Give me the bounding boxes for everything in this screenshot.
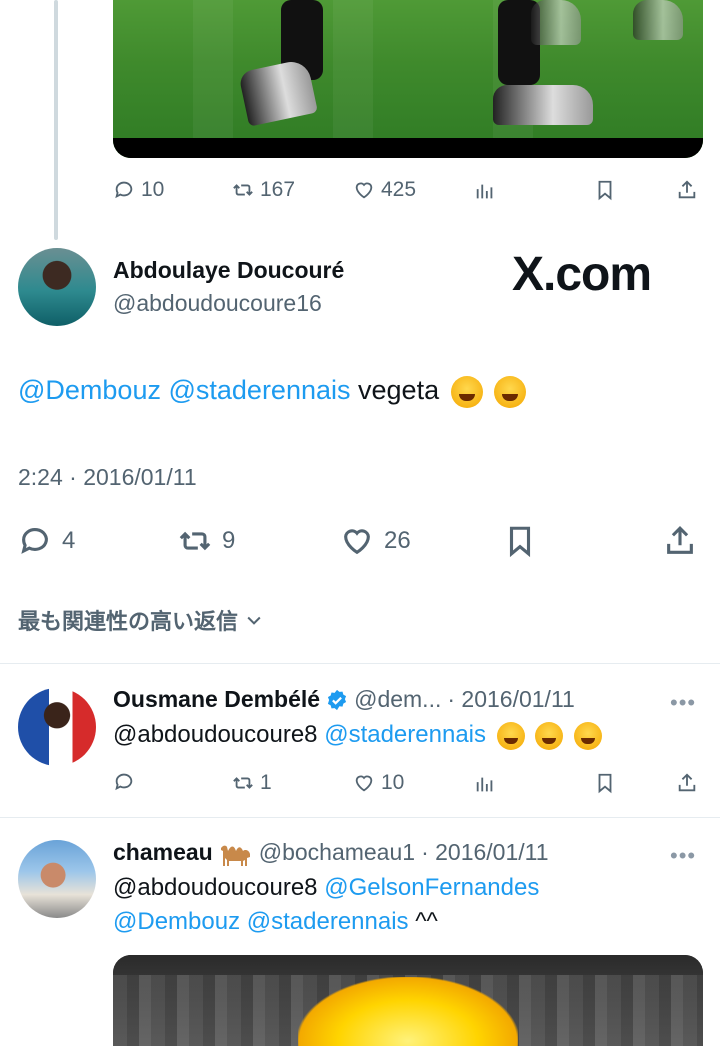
retweet-count: 167 (260, 178, 296, 201)
share-icon (678, 773, 696, 792)
like-count: 10 (381, 771, 405, 794)
reply-count: 10 (141, 178, 165, 201)
bookmark-button[interactable] (594, 772, 616, 794)
share-icon (667, 526, 693, 554)
tweet-body-text: vegeta (358, 375, 440, 405)
reply-sort-dropdown[interactable]: 最も関連性の高い返信 (18, 604, 264, 636)
views-button[interactable] (474, 773, 496, 795)
heart-icon (355, 182, 373, 199)
like-button[interactable]: 425 (353, 178, 416, 202)
bookmark-icon (598, 180, 612, 201)
reply-avatar[interactable] (18, 688, 96, 766)
thread-connector-line (54, 0, 58, 240)
reply-avatar[interactable] (18, 840, 96, 918)
laughing-tears-emoji-icon (574, 721, 603, 750)
tweet-text: @Dembouz @staderennais vegeta (18, 375, 527, 408)
mention-link[interactable]: @Dembouz (113, 908, 240, 935)
author-name[interactable]: Abdoulaye Doucouré (113, 257, 344, 284)
share-icon (678, 180, 696, 199)
reply-header: Ousmane Dembélé @dem... · 2016/01/11 (113, 686, 575, 713)
retweet-button[interactable]: 1 (232, 771, 272, 795)
like-count: 26 (384, 527, 411, 554)
reply-button[interactable]: 4 (18, 524, 75, 558)
winking-tongue-emoji-icon (494, 375, 527, 408)
reply-button[interactable] (113, 771, 141, 793)
retweet-count: 1 (260, 771, 272, 794)
crying-face-emoji-icon (450, 375, 483, 408)
laughing-tears-emoji-icon (496, 721, 525, 750)
reply-author-handle[interactable]: @dem... (354, 686, 441, 713)
heart-icon (355, 775, 373, 792)
reply-text-tail: ^^ (415, 908, 438, 935)
reply-header: chameau @bochameau1 · 2016/01/11 (113, 839, 549, 866)
reply-text-line-1: @abdoudoucoure8 @GelsonFernandes (113, 874, 539, 902)
divider (0, 663, 720, 664)
more-options-button[interactable]: ••• (670, 690, 696, 716)
reply-text-line-2: @Dembouz @staderennais ^^ (113, 908, 438, 936)
reply-date[interactable]: · 2016/01/11 (421, 839, 548, 866)
chevron-down-icon (247, 616, 261, 625)
share-button[interactable] (676, 179, 698, 201)
author-avatar[interactable] (18, 248, 96, 326)
reply-author-name[interactable]: chameau (113, 839, 213, 866)
bookmark-button[interactable] (503, 524, 537, 558)
mention-link[interactable]: @staderennais (247, 908, 409, 935)
mention-link[interactable]: @Dembouz (18, 375, 161, 405)
tweet-timestamp[interactable]: 2:24 · 2016/01/11 (18, 464, 197, 491)
like-button[interactable]: 26 (340, 524, 411, 558)
reply-count: 4 (62, 527, 76, 554)
analytics-icon (476, 777, 493, 792)
laughing-tears-emoji-icon (535, 721, 564, 750)
tweet-media-image[interactable] (113, 0, 703, 158)
mention-text[interactable]: @abdoudoucoure8 (113, 874, 318, 901)
retweet-count: 9 (222, 527, 236, 554)
bookmark-icon (509, 526, 531, 558)
reply-date[interactable]: · 2016/01/11 (447, 686, 574, 713)
analytics-icon (476, 184, 493, 199)
divider (0, 817, 720, 818)
reply-button[interactable]: 10 (113, 178, 164, 202)
x-com-watermark: X.com (512, 248, 652, 301)
camel-emoji-icon (220, 845, 250, 866)
share-button[interactable] (676, 772, 698, 794)
mention-link[interactable]: @staderennais (168, 375, 350, 405)
mention-link[interactable]: @staderennais (324, 721, 486, 748)
heart-icon (344, 529, 370, 555)
retweet-icon (233, 184, 253, 196)
mention-text[interactable]: @abdoudoucoure8 (113, 721, 318, 748)
like-count: 425 (381, 178, 417, 201)
author-handle[interactable]: @abdoudoucoure16 (113, 290, 322, 317)
reply-icon (21, 528, 48, 554)
reply-icon (115, 773, 133, 791)
bookmark-button[interactable] (594, 179, 616, 201)
reply-media-image[interactable] (113, 955, 703, 1046)
reply-sort-label: 最も関連性の高い返信 (18, 609, 239, 634)
verified-badge-icon (328, 689, 347, 710)
share-button[interactable] (663, 524, 697, 558)
retweet-icon (233, 777, 253, 789)
reply-icon (115, 181, 133, 199)
reply-author-handle[interactable]: @bochameau1 (259, 839, 415, 866)
reply-text: @abdoudoucoure8 @staderennais (113, 721, 603, 750)
more-options-button[interactable]: ••• (670, 843, 696, 869)
retweet-button[interactable]: 9 (178, 524, 235, 558)
retweet-button[interactable]: 167 (232, 178, 295, 202)
bookmark-icon (598, 773, 612, 794)
like-button[interactable]: 10 (353, 771, 404, 795)
mention-link[interactable]: @GelsonFernandes (324, 874, 539, 901)
views-button[interactable] (474, 180, 496, 202)
retweet-icon (179, 531, 211, 551)
reply-author-name[interactable]: Ousmane Dembélé (113, 686, 320, 713)
